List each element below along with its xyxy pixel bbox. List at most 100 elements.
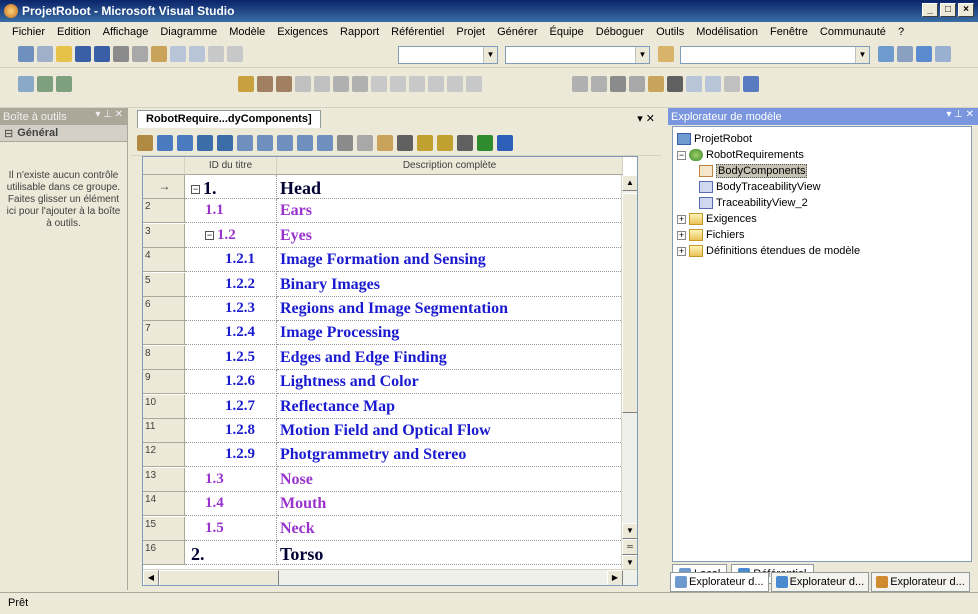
row-number[interactable]: 12	[143, 443, 185, 468]
layout-icon[interactable]	[37, 76, 53, 92]
tab-model-explorer[interactable]: Explorateur d...	[670, 572, 769, 592]
description-cell[interactable]: Image Formation and Sensing	[277, 248, 637, 273]
minimize-button[interactable]: _	[922, 3, 938, 17]
menu-projet[interactable]: Projet	[450, 26, 491, 38]
scroll-up-icon[interactable]: ▲	[622, 175, 637, 191]
table-row[interactable]: 12 1.2.9 Photgrammetry and Stereo	[143, 443, 637, 468]
description-cell[interactable]: Torso	[277, 541, 637, 565]
maximize-button[interactable]: □	[940, 3, 956, 17]
copy-icon[interactable]	[132, 46, 148, 62]
paste-icon[interactable]	[151, 46, 167, 62]
table-row[interactable]: 4 1.2.1 Image Formation and Sensing	[143, 248, 637, 273]
title-id-cell[interactable]: 1.3	[185, 467, 277, 492]
expand-icon[interactable]: +	[677, 214, 686, 224]
note-icon[interactable]	[314, 76, 330, 92]
add-item-icon[interactable]	[37, 46, 53, 62]
text-icon[interactable]	[409, 76, 425, 92]
scroll-thumb[interactable]	[622, 193, 637, 413]
table-row[interactable]: 7 1.2.4 Image Processing	[143, 321, 637, 346]
title-id-cell[interactable]: 2.	[185, 541, 277, 565]
start-icon[interactable]	[227, 46, 243, 62]
row-number[interactable]: 10	[143, 394, 185, 419]
column-header-description[interactable]: Description complète	[277, 157, 623, 175]
cut-icon[interactable]	[113, 46, 129, 62]
new-project-icon[interactable]	[18, 46, 34, 62]
table-row[interactable]: 13 1.3 Nose	[143, 467, 637, 492]
diagram-icon[interactable]	[18, 76, 34, 92]
row-number[interactable]: 14	[143, 492, 185, 517]
explorer-header[interactable]: Explorateur de modèle ▾ ⊥ ✕	[668, 108, 978, 125]
row-number[interactable]: 3	[143, 223, 185, 248]
menu-affichage[interactable]: Affichage	[97, 26, 155, 38]
zoom-icon[interactable]	[724, 76, 740, 92]
tree-node[interactable]: + Fichiers	[677, 227, 745, 243]
paste-icon[interactable]	[648, 76, 664, 92]
menu-equipe[interactable]: Équipe	[543, 26, 589, 38]
tab-class-explorer[interactable]: Explorateur d...	[871, 572, 970, 592]
arrow-left-icon[interactable]	[197, 134, 213, 151]
table-row[interactable]: 8 1.2.5 Edges and Edge Finding	[143, 345, 637, 370]
table-row[interactable]: → −1. Head	[143, 175, 637, 199]
row-number[interactable]: 16	[143, 541, 185, 565]
menu-fenetre[interactable]: Fenêtre	[764, 26, 814, 38]
expand-icon[interactable]: +	[677, 246, 686, 256]
row-number[interactable]: 5	[143, 272, 185, 297]
menu-diagramme[interactable]: Diagramme	[154, 26, 223, 38]
save-icon[interactable]	[75, 46, 91, 62]
description-cell[interactable]: Lightness and Color	[277, 370, 637, 395]
table-row[interactable]: 10 1.2.7 Reflectance Map	[143, 394, 637, 419]
menu-generer[interactable]: Générer	[491, 26, 543, 38]
table-row[interactable]: 11 1.2.8 Motion Field and Optical Flow	[143, 419, 637, 443]
title-id-cell[interactable]: 1.2.6	[185, 370, 277, 395]
model-element-icon[interactable]	[238, 76, 254, 92]
close-document-icon[interactable]: ▾ ✕	[637, 112, 655, 125]
description-cell[interactable]: Image Processing	[277, 321, 637, 346]
scroll-down-icon[interactable]: ▼	[622, 523, 637, 539]
row-number[interactable]: 6	[143, 297, 185, 321]
menu-fichier[interactable]: Fichier	[6, 26, 51, 38]
font-color-icon[interactable]	[477, 134, 493, 151]
horizontal-scrollbar[interactable]: ◀ ▶	[143, 569, 637, 585]
menu-exigences[interactable]: Exigences	[271, 26, 334, 38]
row-number[interactable]: 9	[143, 370, 185, 395]
row-number[interactable]: 2	[143, 199, 185, 224]
title-id-cell[interactable]: −1.	[185, 175, 277, 199]
menu-rapport[interactable]: Rapport	[334, 26, 385, 38]
title-id-cell[interactable]: 1.1	[185, 199, 277, 224]
find-combo[interactable]: ▼	[680, 46, 870, 64]
insert-child-icon[interactable]	[177, 134, 193, 151]
table-row[interactable]: 5 1.2.2 Binary Images	[143, 272, 637, 297]
align-icon[interactable]	[277, 134, 293, 151]
help-icon[interactable]	[743, 76, 759, 92]
scroll-right-icon[interactable]: ▶	[607, 570, 623, 585]
cut-icon[interactable]	[610, 76, 626, 92]
find-in-files-icon[interactable]	[658, 46, 674, 62]
save-all-icon[interactable]	[94, 46, 110, 62]
scroll-left-icon[interactable]: ◀	[143, 570, 159, 585]
filter-clear-icon[interactable]	[437, 134, 453, 151]
table-row[interactable]: 2 1.1 Ears	[143, 199, 637, 224]
object-browser-icon[interactable]	[916, 46, 932, 62]
row-number[interactable]: 11	[143, 419, 185, 443]
vertical-scrollbar[interactable]: ▲ ▼ ═ ▼	[621, 175, 637, 571]
cut-icon[interactable]	[337, 134, 353, 151]
tree-node[interactable]: + Exigences	[677, 211, 757, 227]
table-row[interactable]: 15 1.5 Neck	[143, 516, 637, 541]
table-row[interactable]: 16 2. Torso	[143, 541, 637, 565]
grid-icon[interactable]	[295, 76, 311, 92]
row-number[interactable]: 8	[143, 345, 185, 370]
close-button[interactable]: ×	[958, 3, 974, 17]
collapse-icon[interactable]: −	[191, 185, 200, 195]
title-id-cell[interactable]: 1.2.5	[185, 345, 277, 370]
menu-deboguer[interactable]: Déboguer	[590, 26, 650, 38]
navigate-icon[interactable]	[208, 46, 224, 62]
description-cell[interactable]: Mouth	[277, 492, 637, 517]
title-id-cell[interactable]: 1.2.9	[185, 443, 277, 468]
fill-icon[interactable]	[390, 76, 406, 92]
menu-edition[interactable]: Edition	[51, 26, 97, 38]
title-id-cell[interactable]: 1.2.3	[185, 297, 277, 321]
panel-controls[interactable]: ▾ ⊥ ✕	[946, 109, 974, 120]
table-row[interactable]: 6 1.2.3 Regions and Image Segmentation	[143, 297, 637, 321]
print-icon[interactable]	[591, 76, 607, 92]
title-id-cell[interactable]: 1.2.2	[185, 272, 277, 297]
